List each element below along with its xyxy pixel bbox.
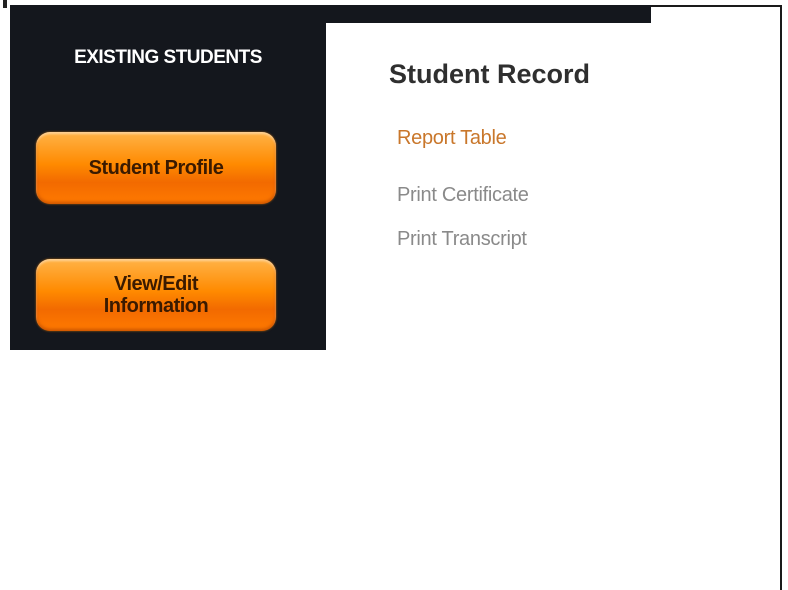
frame-corner (3, 0, 7, 8)
sidebar-title: EXISTING STUDENTS (74, 47, 262, 68)
view-edit-information-button-label: View/Edit Information (104, 273, 209, 317)
student-profile-button-label: Student Profile (88, 157, 224, 179)
right-border (780, 5, 782, 590)
print-certificate-link[interactable]: Print Certificate (397, 184, 529, 207)
top-border (651, 5, 782, 7)
page-frame: EXISTING STUDENTS Student Profile View/E… (0, 0, 788, 590)
page-title: Student Record (389, 59, 591, 89)
view-edit-label-line1: View/Edit (113, 273, 199, 295)
report-table-link[interactable]: Report Table (397, 127, 507, 150)
print-transcript-link[interactable]: Print Transcript (397, 228, 527, 251)
view-edit-information-button[interactable]: View/Edit Information (36, 259, 276, 331)
student-profile-button[interactable]: Student Profile (36, 132, 276, 204)
view-edit-label-line2: Information (103, 295, 209, 317)
